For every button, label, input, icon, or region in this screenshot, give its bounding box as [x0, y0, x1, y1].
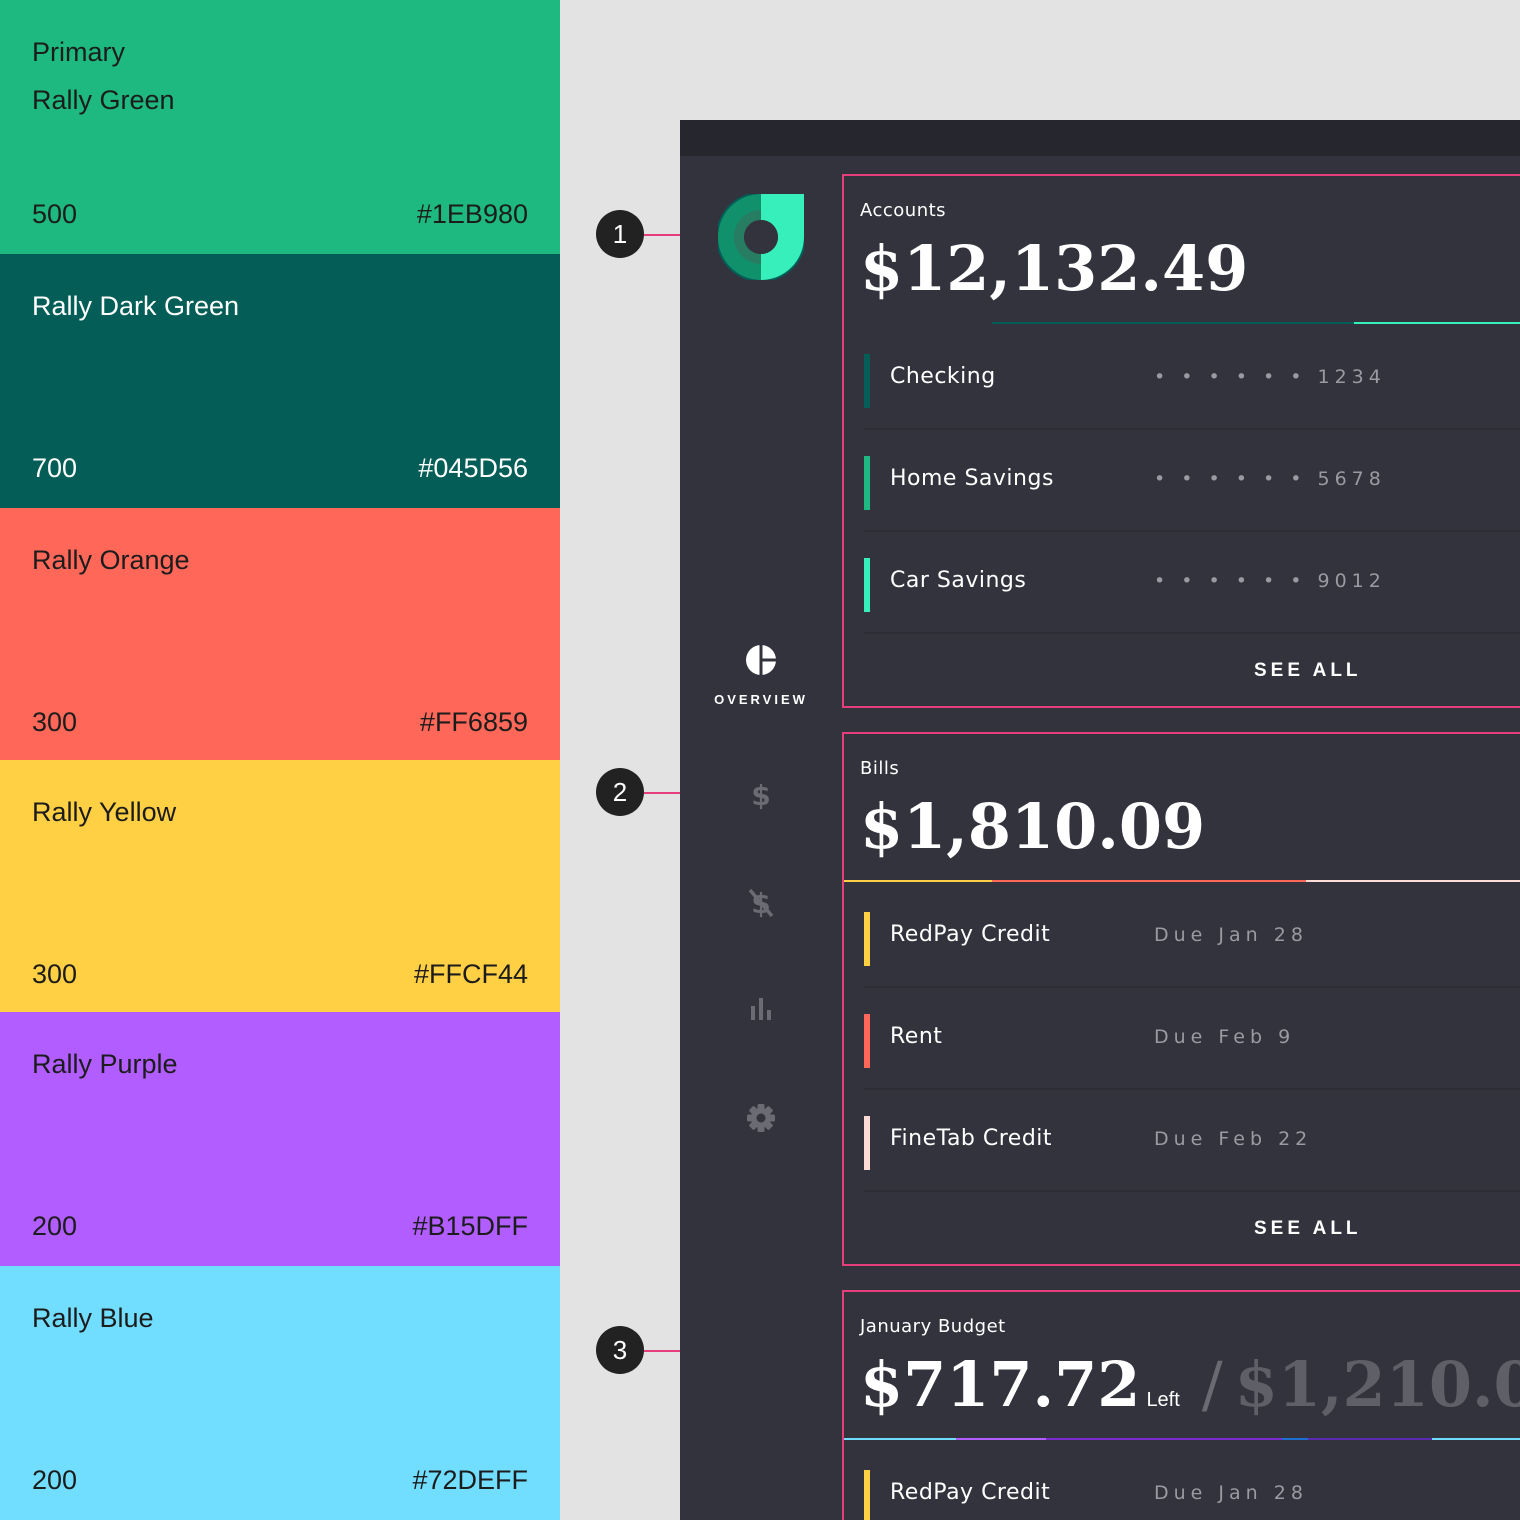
nav-item-settings[interactable]	[680, 1102, 842, 1134]
swatch-hex: #045D56	[418, 453, 528, 483]
budget-amount-row: $717.72Left /$1,210.00	[860, 1348, 1520, 1421]
account-number: • • • • • • 5678	[1154, 468, 1386, 490]
account-number: • • • • • • 1234	[1154, 366, 1386, 388]
accounts-label: Accounts	[860, 200, 947, 221]
bill-due-date: Due Feb 22	[1154, 1128, 1313, 1150]
swatch-hex: #72DEFF	[412, 1465, 528, 1495]
accounts-amount: $12,132.49	[860, 232, 1249, 305]
svg-text:$: $	[751, 779, 770, 810]
budget-left-amount: $717.72	[860, 1348, 1141, 1421]
nav-rail: OVERVIEW $ $	[680, 156, 842, 1520]
bill-due-date: Due Feb 9	[1154, 1026, 1296, 1048]
bill-name: RedPay Credit	[890, 922, 1051, 947]
bills-split-bar	[844, 880, 1520, 882]
accounts-see-all-button[interactable]: SEE ALL	[1254, 660, 1362, 682]
swatch-hex: #B15DFF	[412, 1211, 528, 1241]
swatch-hex: #FFCF44	[413, 959, 528, 989]
budget-left-word: Left	[1146, 1389, 1180, 1411]
swatch-weight: 300	[32, 959, 78, 989]
swatch-rally-blue: Rally Blue 200 #72DEFF	[0, 1266, 560, 1520]
nav-item-budgets[interactable]	[680, 994, 842, 1026]
swatch-weight: 700	[32, 453, 78, 483]
swatch-hex: #FF6859	[419, 707, 528, 737]
nav-item-bills[interactable]: $	[680, 886, 842, 918]
swatch-rally-green: Primary Rally Green 500 #1EB980	[0, 0, 560, 254]
swatch-name: Rally Dark Green	[32, 291, 240, 321]
row-color-bar	[864, 1014, 870, 1068]
swatch-name: Rally Orange	[32, 545, 190, 575]
swatch-name: Primary Rally Green	[32, 37, 175, 115]
budget-label: January Budget	[860, 1316, 1006, 1337]
money-off-icon: $	[748, 887, 774, 918]
budget-card[interactable]: January Budget $717.72Left /$1,210.00 Red…	[842, 1290, 1520, 1520]
swatch-name: Rally Purple	[32, 1049, 178, 1079]
rally-logo-icon	[718, 194, 804, 280]
bill-name: FineTab Credit	[890, 1126, 1053, 1151]
swatch-weight: 300	[32, 707, 78, 737]
budget-item-due-date: Due Jan 28	[1154, 1482, 1308, 1504]
budget-slash: /	[1201, 1348, 1223, 1421]
bills-see-all-button[interactable]: SEE ALL	[1254, 1218, 1362, 1240]
color-palette: Primary Rally Green 500 #1EB980 Rally Da…	[0, 0, 560, 1520]
budget-split-bar	[844, 1438, 1520, 1440]
dollar-icon: $	[751, 779, 770, 810]
account-row-home-savings[interactable]: Home Savings • • • • • • 5678	[864, 430, 1520, 532]
account-row-car-savings[interactable]: Car Savings • • • • • • 9012	[864, 532, 1520, 634]
app-top-bar	[680, 120, 1520, 156]
callout-1: 1	[596, 210, 644, 258]
app-window: OVERVIEW $ $	[680, 120, 1520, 1520]
budget-total-amount: $1,210.00	[1234, 1348, 1520, 1421]
swatch-weight: 200	[32, 1465, 78, 1495]
swatch-rally-orange: Rally Orange 300 #FF6859	[0, 508, 560, 762]
swatch-rally-dark-green: Rally Dark Green 700 #045D56	[0, 254, 560, 508]
nav-label-overview: OVERVIEW	[714, 692, 808, 707]
settings-icon	[747, 1104, 775, 1132]
budget-row-redpay[interactable]: RedPay Credit Due Jan 28	[864, 1444, 1520, 1520]
swatch-name: Rally Blue	[32, 1303, 154, 1333]
row-color-bar	[864, 912, 870, 966]
swatch-rally-yellow: Rally Yellow 300 #FFCF44	[0, 760, 560, 1014]
pie-chart-icon	[746, 644, 777, 676]
account-number: • • • • • • 9012	[1154, 570, 1386, 592]
swatch-weight: 200	[32, 1211, 78, 1241]
account-name: Home Savings	[890, 466, 1054, 491]
account-name: Car Savings	[890, 568, 1027, 593]
row-color-bar	[864, 1116, 870, 1170]
account-name: Checking	[890, 364, 996, 389]
row-color-bar	[864, 354, 870, 408]
row-color-bar	[864, 456, 870, 510]
bill-due-date: Due Jan 28	[1154, 924, 1308, 946]
bills-label: Bills	[860, 758, 900, 779]
bill-row-redpay[interactable]: RedPay Credit Due Jan 28	[864, 886, 1520, 988]
bills-card[interactable]: Bills $1,810.09 RedPay Credit Due Jan 28…	[842, 732, 1520, 1266]
bills-amount: $1,810.09	[860, 790, 1206, 863]
budget-item-name: RedPay Credit	[890, 1480, 1051, 1505]
swatch-weight: 500	[32, 199, 78, 229]
account-row-checking[interactable]: Checking • • • • • • 1234	[864, 328, 1520, 430]
bill-name: Rent	[890, 1024, 943, 1049]
accounts-card[interactable]: Accounts $12,132.49 Checking • • • • • •…	[842, 174, 1520, 708]
row-color-bar	[864, 1470, 870, 1520]
swatch-hex: #1EB980	[416, 199, 528, 229]
bar-chart-icon	[751, 998, 771, 1020]
nav-item-accounts[interactable]: $	[680, 778, 842, 810]
bill-row-finetab[interactable]: FineTab Credit Due Feb 22	[864, 1090, 1520, 1192]
row-color-bar	[864, 558, 870, 612]
swatch-name: Rally Yellow	[32, 797, 177, 827]
nav-item-overview[interactable]: OVERVIEW	[680, 644, 842, 707]
swatch-rally-purple: Rally Purple 200 #B15DFF	[0, 1012, 560, 1266]
callout-3: 3	[596, 1326, 644, 1374]
bill-row-rent[interactable]: Rent Due Feb 9	[864, 988, 1520, 1090]
callout-2: 2	[596, 768, 644, 816]
accounts-split-bar	[844, 322, 1520, 324]
